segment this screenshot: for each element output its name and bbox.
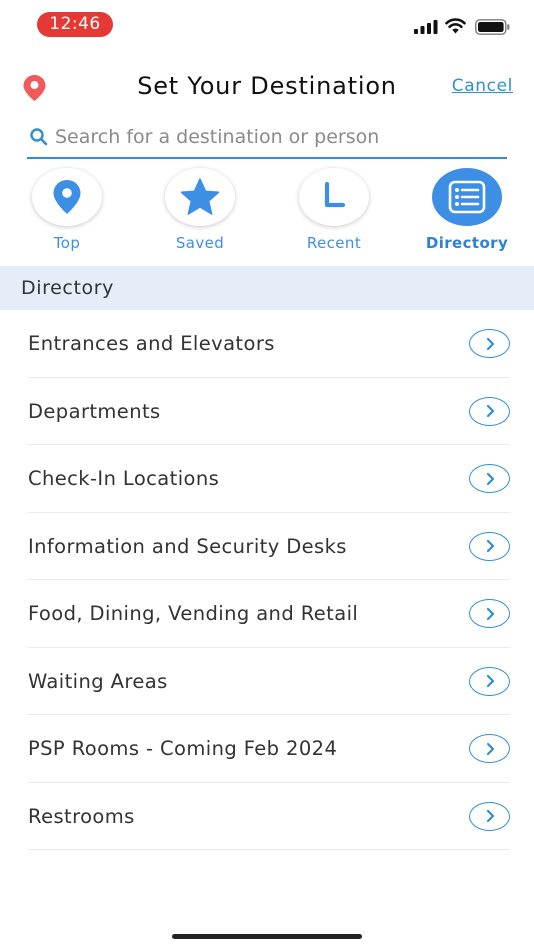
list-item-chevron-button[interactable] [469, 599, 510, 628]
tab-recent[interactable]: Recent [284, 168, 384, 260]
section-header: Directory [0, 266, 534, 310]
status-bar: 12:46 [0, 0, 534, 48]
screen: 12:46 Set Your Destination Cancel Search… [0, 0, 534, 950]
search-input[interactable] [55, 125, 507, 148]
tab-recent-circle [299, 168, 369, 226]
tab-top-circle [32, 168, 102, 226]
chevron-right-icon [486, 337, 494, 350]
chevron-right-icon [486, 539, 494, 553]
list-item-label: Waiting Areas [28, 669, 168, 693]
wifi-icon [445, 18, 466, 34]
home-indicator[interactable] [172, 934, 362, 939]
chevron-right-icon [486, 607, 494, 620]
list-item-chevron-button[interactable] [469, 396, 510, 426]
list-item-chevron-button[interactable] [469, 464, 510, 493]
list-item[interactable]: PSP Rooms - Coming Feb 2024 [28, 715, 510, 783]
list-icon [448, 180, 486, 214]
tab-saved-circle [165, 168, 235, 226]
list-item-chevron-button[interactable] [469, 666, 510, 696]
list-item-label: Check-In Locations [28, 467, 220, 490]
search-bar [27, 116, 507, 159]
tab-recent-label: Recent [306, 234, 362, 252]
tab-directory-label: Directory [425, 234, 509, 252]
chevron-right-icon [486, 809, 494, 823]
list-item-label: Departments [28, 399, 161, 423]
signal-icon [414, 20, 438, 34]
header: Set Your Destination Cancel [0, 66, 534, 110]
status-time: 12:46 [37, 12, 113, 37]
directory-list: Entrances and Elevators Departments Chec… [0, 310, 534, 850]
chevron-right-icon [486, 674, 494, 688]
chevron-right-icon [486, 472, 494, 485]
star-icon [180, 178, 220, 215]
list-item[interactable]: Food, Dining, Vending and Retail [28, 580, 510, 648]
search-icon [30, 127, 48, 145]
location-pin-icon [53, 180, 81, 214]
list-item-label: PSP Rooms - Coming Feb 2024 [28, 737, 338, 760]
clock-icon [324, 181, 346, 208]
list-item[interactable]: Restrooms [28, 783, 510, 850]
tab-saved-label: Saved [175, 234, 225, 252]
chevron-right-icon [486, 404, 494, 418]
list-item-label: Information and Security Desks [28, 534, 347, 558]
tab-top[interactable]: Top [17, 168, 117, 260]
list-item-chevron-button[interactable] [469, 734, 510, 763]
tab-directory[interactable]: Directory [417, 168, 517, 260]
list-item-chevron-button[interactable] [469, 801, 510, 831]
list-item-label: Food, Dining, Vending and Retail [28, 602, 359, 625]
battery-icon [475, 19, 510, 35]
list-item[interactable]: Check-In Locations [28, 445, 510, 513]
list-item-label: Entrances and Elevators [28, 332, 275, 355]
category-tabs: Top Saved Recent Directory [0, 168, 534, 260]
list-item[interactable]: Entrances and Elevators [28, 310, 510, 378]
list-item[interactable]: Departments [28, 378, 510, 445]
tab-saved[interactable]: Saved [150, 168, 250, 260]
list-item-chevron-button[interactable] [469, 329, 510, 358]
list-item-chevron-button[interactable] [469, 531, 510, 561]
list-item[interactable]: Information and Security Desks [28, 513, 510, 580]
cancel-button[interactable]: Cancel [452, 76, 513, 96]
tab-directory-circle [432, 168, 502, 226]
list-item[interactable]: Waiting Areas [28, 648, 510, 715]
chevron-right-icon [486, 742, 494, 755]
list-item-label: Restrooms [28, 804, 135, 828]
tab-top-label: Top [53, 234, 81, 252]
